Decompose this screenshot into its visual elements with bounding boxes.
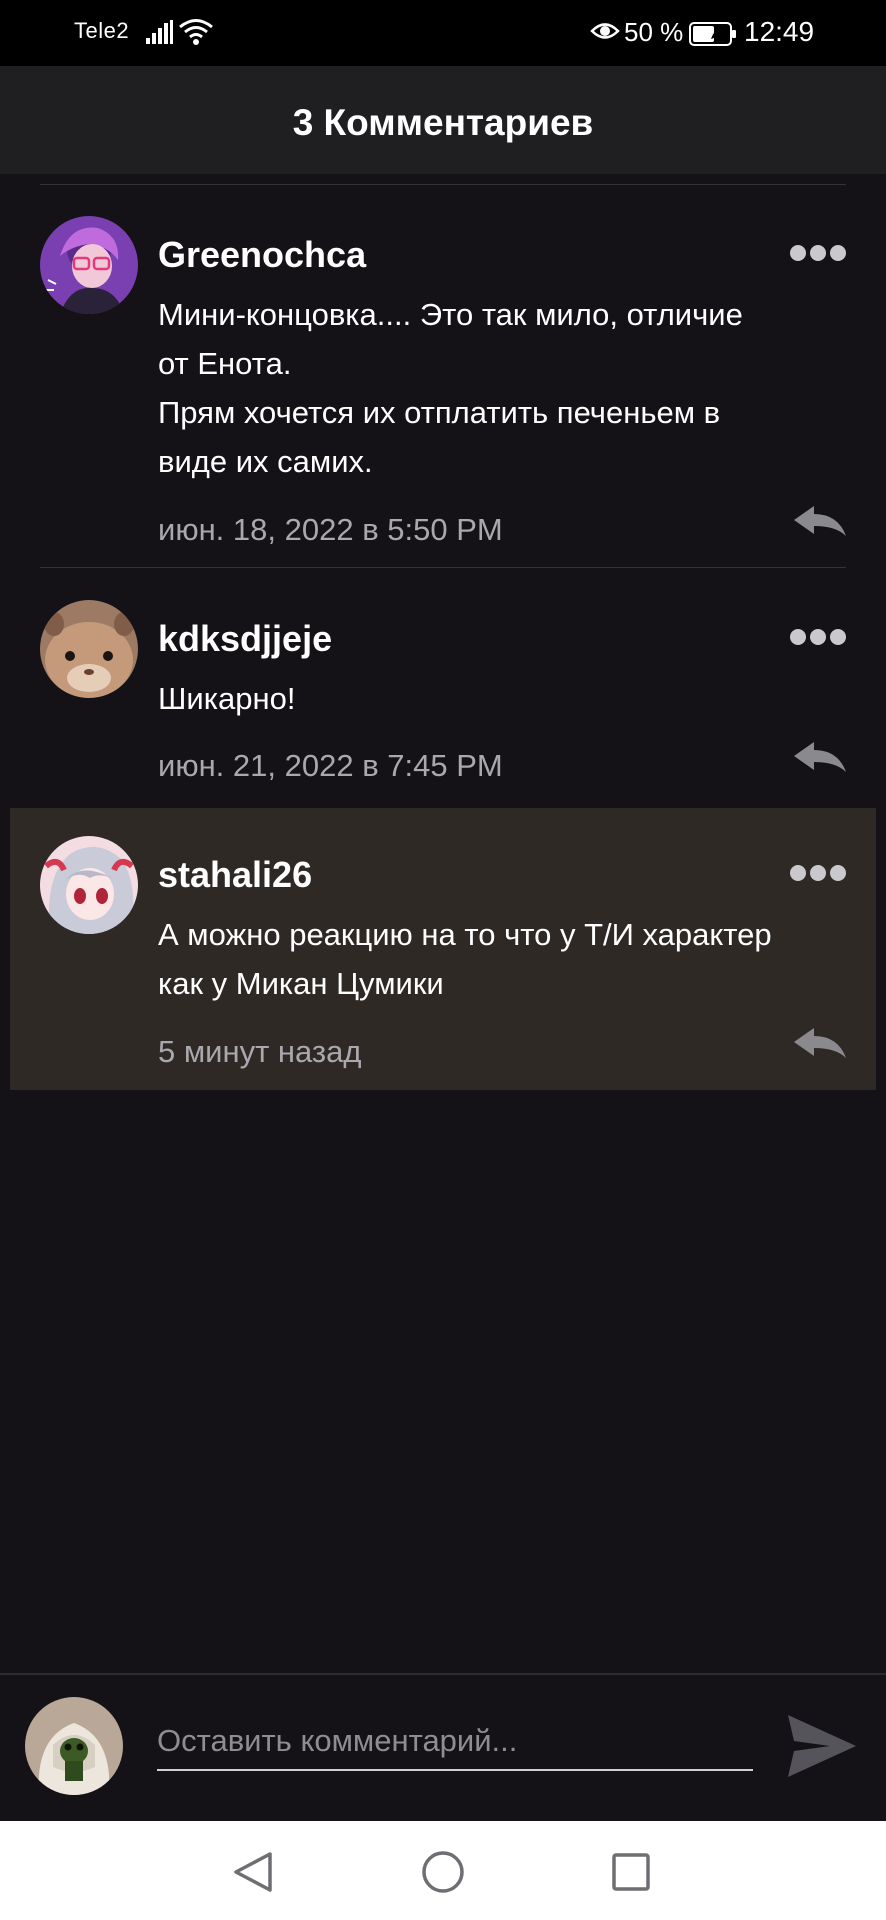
current-user-avatar — [25, 1697, 123, 1795]
dot — [810, 245, 826, 261]
comment-item-highlighted: stahali26 А можно реакцию на то что у Т/… — [10, 808, 876, 1090]
comment-text-line: как у Микан Цумики — [158, 966, 444, 1001]
comment-timestamp: июн. 18, 2022 в 5:50 PM — [158, 512, 503, 547]
more-options-button[interactable] — [790, 863, 846, 883]
comment-text-line: от Енота. — [158, 346, 292, 381]
comment-text-line: виде их самих. — [158, 444, 373, 479]
status-time: 12:49 — [744, 16, 815, 47]
battery-percent: 50 % — [624, 17, 684, 47]
divider — [40, 567, 846, 568]
dot — [830, 629, 846, 645]
dot — [830, 865, 846, 881]
reply-icon[interactable] — [792, 504, 848, 540]
comment-username[interactable]: stahali26 — [158, 854, 312, 896]
avatar[interactable] — [40, 836, 138, 934]
comment-text: А можно реакцию на то что у Т/И характер… — [158, 910, 772, 1008]
comment-text: Мини-концовка.... Это так мило, отличие … — [158, 290, 743, 486]
comment-composer — [0, 1675, 886, 1821]
comment-text-line: Шикарно! — [158, 681, 296, 716]
dot — [790, 865, 806, 881]
divider — [40, 184, 846, 185]
send-icon[interactable] — [786, 1713, 858, 1779]
eye-comfort-icon — [590, 23, 620, 39]
wifi-icon — [179, 19, 213, 45]
dot — [810, 629, 826, 645]
comment-timestamp: 5 минут назад — [158, 1034, 362, 1069]
avatar[interactable] — [40, 216, 138, 314]
status-bar: Tele2 50 % 12:49 — [0, 0, 886, 66]
dot — [790, 245, 806, 261]
comments-header: 3 Комментариев — [0, 66, 886, 174]
dot — [790, 629, 806, 645]
comment-text-line: Прям хочется их отплатить печеньем в — [158, 395, 721, 430]
more-options-button[interactable] — [790, 627, 846, 647]
back-icon[interactable] — [230, 1849, 276, 1895]
comment-username[interactable]: Greenochca — [158, 234, 366, 276]
home-icon[interactable] — [420, 1849, 466, 1895]
comment-username[interactable]: kdksdjjeje — [158, 618, 332, 660]
comment-item: Greenochca Мини-концовка.... Это так мил… — [0, 186, 886, 568]
comment-item: kdksdjjeje Шикарно! июн. 21, 2022 в 7:45… — [0, 570, 886, 806]
comment-timestamp: июн. 21, 2022 в 7:45 PM — [158, 748, 503, 783]
system-nav-bar — [0, 1821, 886, 1920]
dot — [830, 245, 846, 261]
comment-input[interactable] — [157, 1713, 753, 1771]
more-options-button[interactable] — [790, 243, 846, 263]
page-title: 3 Комментариев — [292, 102, 594, 143]
reply-icon[interactable] — [792, 1026, 848, 1062]
dot — [810, 865, 826, 881]
reply-icon[interactable] — [792, 740, 848, 776]
recents-icon[interactable] — [608, 1849, 654, 1895]
avatar[interactable] — [40, 600, 138, 698]
comment-text-line: Мини-концовка.... Это так мило, отличие — [158, 297, 743, 332]
comment-text-line: А можно реакцию на то что у Т/И характер — [158, 917, 772, 952]
comment-text: Шикарно! — [158, 674, 295, 723]
signal-icon — [146, 20, 173, 44]
battery-icon — [689, 22, 736, 46]
carrier-label: Tele2 — [74, 18, 130, 43]
